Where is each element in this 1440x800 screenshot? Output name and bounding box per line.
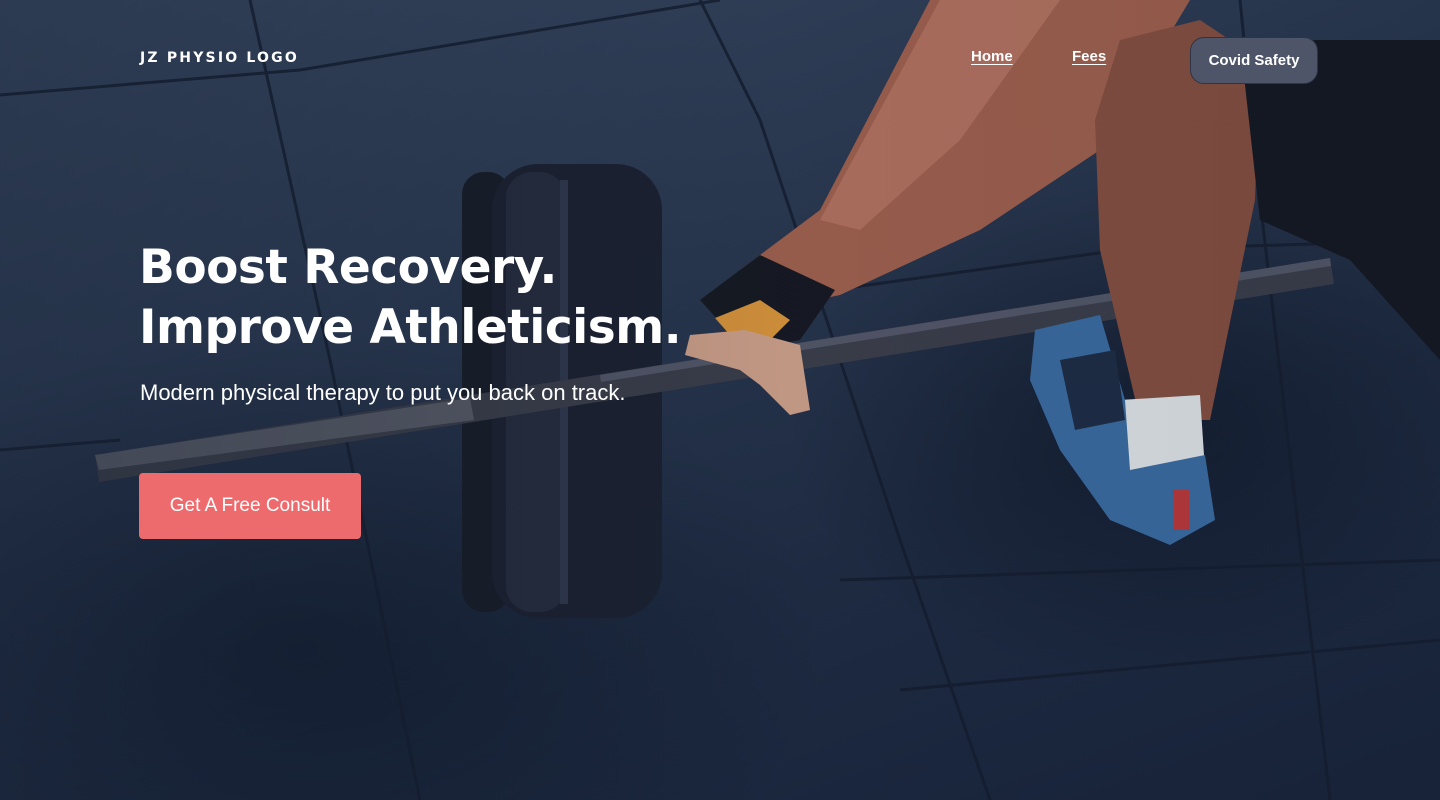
headline-line-1: Boost Recovery. xyxy=(139,240,557,295)
hero-section: JZ PHYSIO LOGO Home Fees Covid Safety Bo… xyxy=(0,0,1440,800)
hero-subheading: Modern physical therapy to put you back … xyxy=(140,380,626,405)
headline-line-2: Improve Athleticism. xyxy=(139,300,682,355)
covid-safety-button[interactable]: Covid Safety xyxy=(1190,37,1318,84)
site-logo[interactable]: JZ PHYSIO LOGO xyxy=(140,50,299,66)
free-consult-button[interactable]: Get A Free Consult xyxy=(139,473,361,539)
hero-headline: Boost Recovery. Improve Athleticism. xyxy=(139,238,682,358)
nav-fees-link[interactable]: Fees xyxy=(1072,48,1106,65)
nav-home-link[interactable]: Home xyxy=(971,48,1013,65)
